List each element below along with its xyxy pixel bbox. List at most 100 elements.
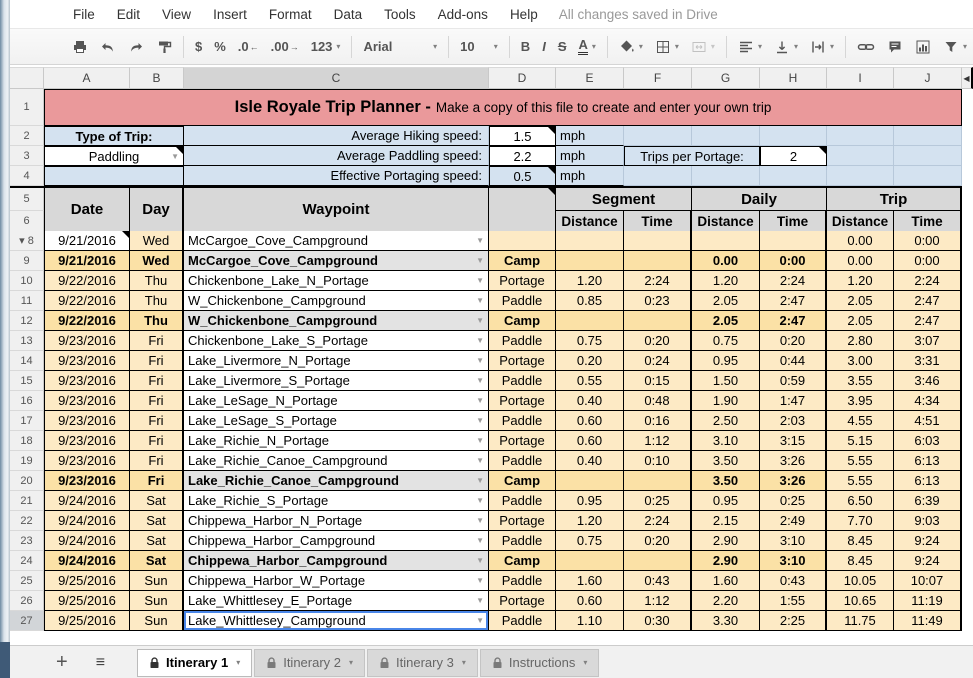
cell-E18[interactable]: 0.60 <box>556 431 624 451</box>
cell-E26[interactable]: 0.60 <box>556 591 624 611</box>
cell-F11[interactable]: 0:23 <box>624 291 692 311</box>
cell-E8[interactable] <box>556 231 624 251</box>
cell-A25[interactable]: 9/25/2016 <box>44 571 130 591</box>
sheet-tab-itinerary-3[interactable]: Itinerary 3▾ <box>367 649 478 677</box>
cell-E25[interactable]: 1.60 <box>556 571 624 591</box>
borders-button[interactable]: ▾ <box>649 34 685 60</box>
all-sheets-button[interactable]: ≡ <box>88 654 113 672</box>
add-sheet-button[interactable]: + <box>48 651 76 674</box>
cell-I11[interactable]: 2.05 <box>827 291 894 311</box>
cell-J17[interactable]: 4:51 <box>894 411 962 431</box>
cell-I22[interactable]: 7.70 <box>827 511 894 531</box>
waypoint-dropdown-C11[interactable]: W_Chickenbone_Campground▼ <box>184 291 489 311</box>
waypoint-dropdown-C24[interactable]: Chippewa_Harbor_Campground▼ <box>184 551 489 571</box>
cell-F15[interactable]: 0:15 <box>624 371 692 391</box>
column-header-B[interactable]: B <box>130 67 184 89</box>
header-daily-distance[interactable]: Distance <box>692 211 760 233</box>
waypoint-dropdown-C14[interactable]: Lake_Livermore_N_Portage▼ <box>184 351 489 371</box>
cell-B24[interactable]: Sat <box>130 551 184 571</box>
cell-D26[interactable]: Portage <box>489 591 556 611</box>
header-segment-time[interactable]: Time <box>624 211 692 233</box>
cell-I17[interactable]: 4.55 <box>827 411 894 431</box>
cell-E17[interactable]: 0.60 <box>556 411 624 431</box>
row-header-20[interactable]: 20 <box>10 471 44 491</box>
cell-F14[interactable]: 0:24 <box>624 351 692 371</box>
row-header-1[interactable]: 1 <box>10 89 44 126</box>
insert-chart-button[interactable] <box>909 34 937 60</box>
cell-A21[interactable]: 9/24/2016 <box>44 491 130 511</box>
cell-I4[interactable] <box>827 166 894 186</box>
menu-insert[interactable]: Insert <box>202 7 258 22</box>
cell-A13[interactable]: 9/23/2016 <box>44 331 130 351</box>
cell-I9[interactable]: 0.00 <box>827 251 894 271</box>
cell-J15[interactable]: 3:46 <box>894 371 962 391</box>
cell-B26[interactable]: Sun <box>130 591 184 611</box>
cell-D13[interactable]: Paddle <box>489 331 556 351</box>
cell-I24[interactable]: 8.45 <box>827 551 894 571</box>
column-header-E[interactable]: E <box>556 67 624 89</box>
row-header-23[interactable]: 23 <box>10 531 44 551</box>
row-header-27[interactable]: 27 <box>10 611 44 631</box>
cell-H20[interactable]: 3:26 <box>760 471 827 491</box>
cell-F27[interactable]: 0:30 <box>624 611 692 631</box>
row-header-22[interactable]: 22 <box>10 511 44 531</box>
cell-G13[interactable]: 0.75 <box>692 331 760 351</box>
cell-D16[interactable]: Portage <box>489 391 556 411</box>
cell-F13[interactable]: 0:20 <box>624 331 692 351</box>
cell-I20[interactable]: 5.55 <box>827 471 894 491</box>
cell-J26[interactable]: 11:19 <box>894 591 962 611</box>
cell-J24[interactable]: 9:24 <box>894 551 962 571</box>
cell-I13[interactable]: 2.80 <box>827 331 894 351</box>
decrease-decimals-button[interactable]: .0← <box>232 34 265 60</box>
row-header-21[interactable]: 21 <box>10 491 44 511</box>
text-color-button[interactable]: A▾ <box>572 34 601 60</box>
cell-G26[interactable]: 2.20 <box>692 591 760 611</box>
cell-H9[interactable]: 0:00 <box>760 251 827 271</box>
insert-comment-button[interactable] <box>881 34 909 60</box>
cell-J9[interactable]: 0:00 <box>894 251 962 271</box>
cell-H2[interactable] <box>760 126 827 146</box>
cell-G17[interactable]: 2.50 <box>692 411 760 431</box>
trip-type-dropdown[interactable]: Paddling ▼ <box>44 146 184 166</box>
menu-format[interactable]: Format <box>258 7 323 22</box>
cell-B21[interactable]: Sat <box>130 491 184 511</box>
row-header-3[interactable]: 3 <box>10 146 44 166</box>
cell-E23[interactable]: 0.75 <box>556 531 624 551</box>
menu-data[interactable]: Data <box>323 7 374 22</box>
strikethrough-button[interactable]: S <box>552 34 573 60</box>
cell-J19[interactable]: 6:13 <box>894 451 962 471</box>
cell-A27[interactable]: 9/25/2016 <box>44 611 130 631</box>
waypoint-dropdown-C22[interactable]: Chippewa_Harbor_N_Portage▼ <box>184 511 489 531</box>
header-daily-time[interactable]: Time <box>760 211 827 233</box>
row-header-12[interactable]: 12 <box>10 311 44 331</box>
waypoint-dropdown-C16[interactable]: Lake_LeSage_N_Portage▼ <box>184 391 489 411</box>
cell-G25[interactable]: 1.60 <box>692 571 760 591</box>
cell-A26[interactable]: 9/25/2016 <box>44 591 130 611</box>
cell-B20[interactable]: Fri <box>130 471 184 491</box>
row-header-16[interactable]: 16 <box>10 391 44 411</box>
waypoint-dropdown-C20[interactable]: Lake_Richie_Canoe_Campground▼ <box>184 471 489 491</box>
cell-D14[interactable]: Portage <box>489 351 556 371</box>
waypoint-dropdown-C26[interactable]: Lake_Whittlesey_E_Portage▼ <box>184 591 489 611</box>
waypoint-dropdown-C12[interactable]: W_Chickenbone_Campground▼ <box>184 311 489 331</box>
cell-J14[interactable]: 3:31 <box>894 351 962 371</box>
cell-D25[interactable]: Paddle <box>489 571 556 591</box>
cell-E16[interactable]: 0.40 <box>556 391 624 411</box>
select-all-corner[interactable] <box>10 67 44 89</box>
cell-I14[interactable]: 3.00 <box>827 351 894 371</box>
cell-E24[interactable] <box>556 551 624 571</box>
cell-J4[interactable] <box>894 166 962 186</box>
header-date[interactable]: Date <box>44 188 130 233</box>
cell-G12[interactable]: 2.05 <box>692 311 760 331</box>
cell-B10[interactable]: Thu <box>130 271 184 291</box>
row-header-10[interactable]: 10 <box>10 271 44 291</box>
format-percent-button[interactable]: % <box>208 34 232 60</box>
cell-H23[interactable]: 3:10 <box>760 531 827 551</box>
column-header-I[interactable]: I <box>827 67 894 89</box>
row-header-11[interactable]: 11 <box>10 291 44 311</box>
menu-file[interactable]: File <box>62 7 106 22</box>
cell-F19[interactable]: 0:10 <box>624 451 692 471</box>
cell-G15[interactable]: 1.50 <box>692 371 760 391</box>
cell-G2[interactable] <box>692 126 760 146</box>
cell-J18[interactable]: 6:03 <box>894 431 962 451</box>
